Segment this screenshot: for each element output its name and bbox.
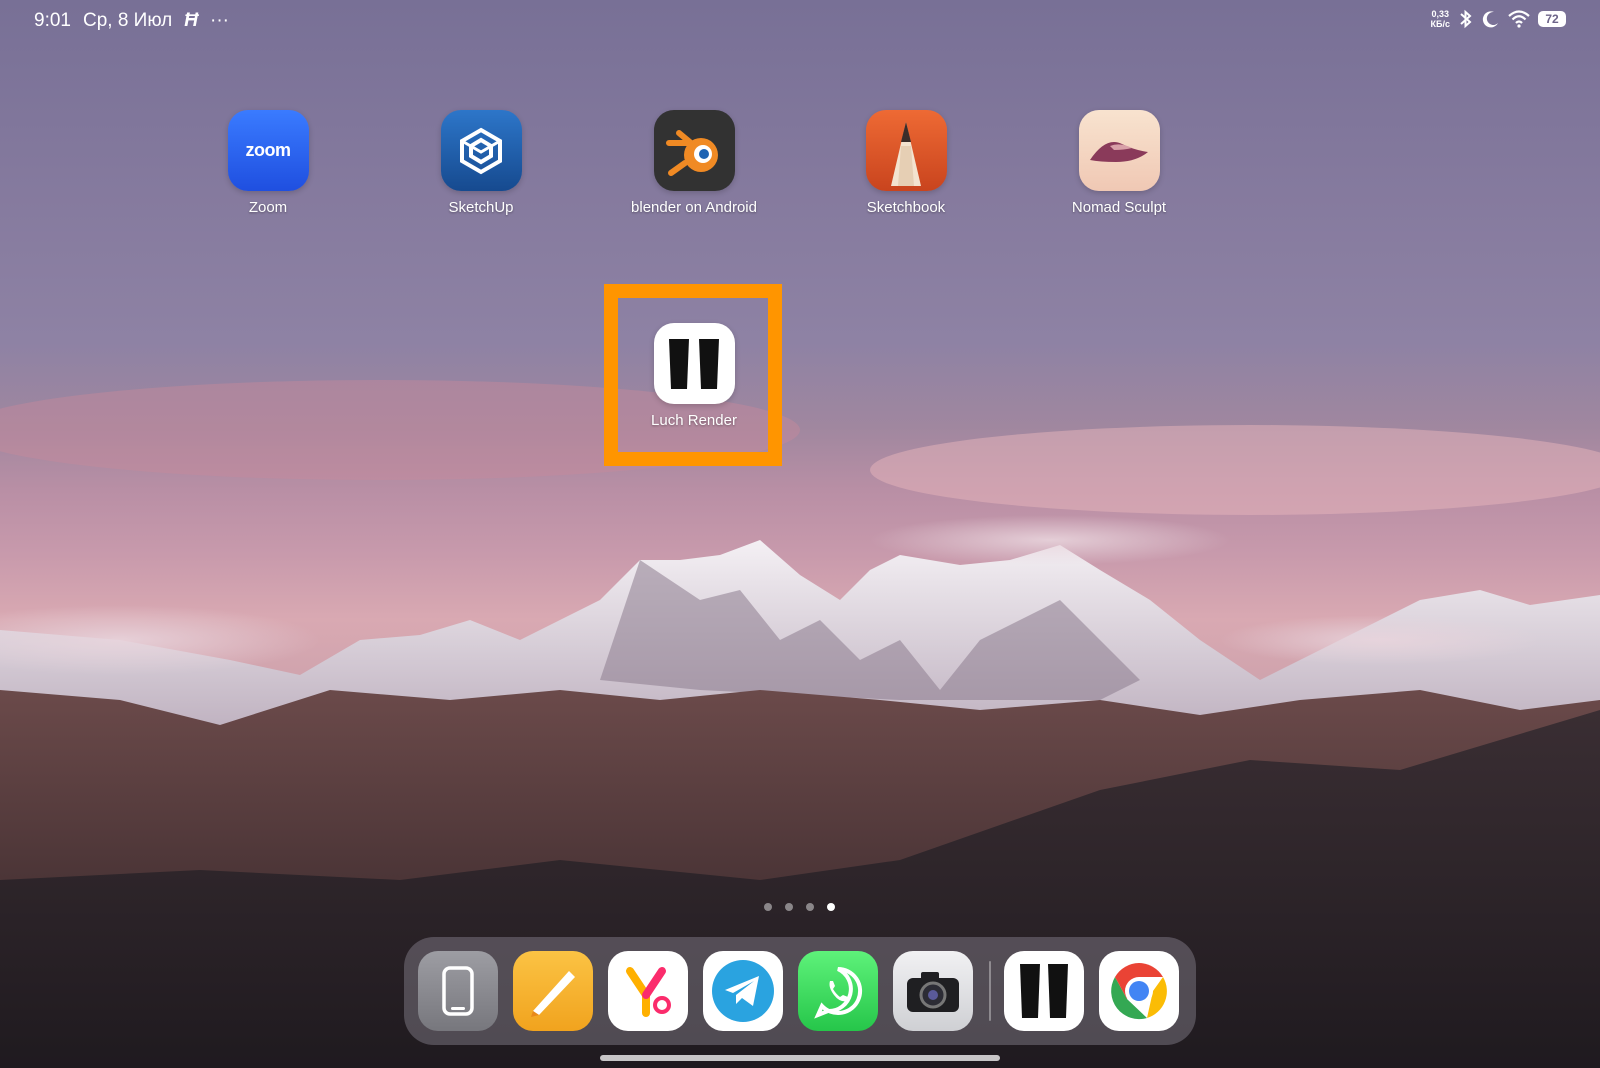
moon-icon xyxy=(1482,11,1498,28)
app-label: Sketchbook xyxy=(866,199,946,216)
battery-icon: 72 xyxy=(1538,11,1566,27)
notification-icon: Ħ xyxy=(184,10,198,31)
camera-icon[interactable] xyxy=(893,951,973,1031)
app-label: SketchUp xyxy=(448,199,514,216)
page-indicator xyxy=(764,903,835,911)
app-zoom[interactable]: zoom Zoom xyxy=(173,110,363,216)
network-speed: 0,33 КБ/с xyxy=(1430,9,1450,29)
app-label: Nomad Sculpt xyxy=(1071,199,1167,216)
app-nomad-sculpt[interactable]: Nomad Sculpt xyxy=(1024,110,1214,216)
chrome-icon[interactable] xyxy=(1099,951,1179,1031)
app-sketchbook[interactable]: Sketchbook xyxy=(811,110,1001,216)
wifi-icon xyxy=(1508,10,1530,28)
telegram-icon[interactable] xyxy=(703,951,783,1031)
highlight-box xyxy=(604,284,782,466)
page-dot[interactable] xyxy=(764,903,772,911)
status-bar: 9:01 Ср, 8 Июл Ħ ··· 0,33 КБ/с 72 xyxy=(0,0,1600,44)
whatsapp-icon[interactable] xyxy=(798,951,878,1031)
app-label: blender on Android xyxy=(631,199,757,216)
app-blender[interactable]: blender on Android xyxy=(599,110,789,216)
phone-icon[interactable] xyxy=(418,951,498,1031)
page-dot[interactable] xyxy=(785,903,793,911)
bluetooth-icon xyxy=(1460,9,1472,29)
yandex-icon[interactable] xyxy=(608,951,688,1031)
luch-render-icon[interactable] xyxy=(1004,951,1084,1031)
nomad-sculpt-icon xyxy=(1078,110,1160,191)
notes-icon[interactable] xyxy=(513,951,593,1031)
more-notifications-icon: ··· xyxy=(210,10,229,31)
home-indicator[interactable] xyxy=(600,1055,1000,1061)
blender-icon xyxy=(653,110,735,191)
clock: 9:01 xyxy=(34,10,71,31)
app-label: Zoom xyxy=(248,199,288,216)
page-dot[interactable] xyxy=(806,903,814,911)
dock xyxy=(404,937,1196,1045)
page-dot-active[interactable] xyxy=(827,903,835,911)
app-sketchup[interactable]: SketchUp xyxy=(386,110,576,216)
sketchbook-icon xyxy=(865,110,947,191)
date: Ср, 8 Июл xyxy=(82,10,173,31)
dock-separator xyxy=(989,961,991,1021)
zoom-icon: zoom xyxy=(227,110,309,191)
sketchup-icon xyxy=(440,110,522,191)
